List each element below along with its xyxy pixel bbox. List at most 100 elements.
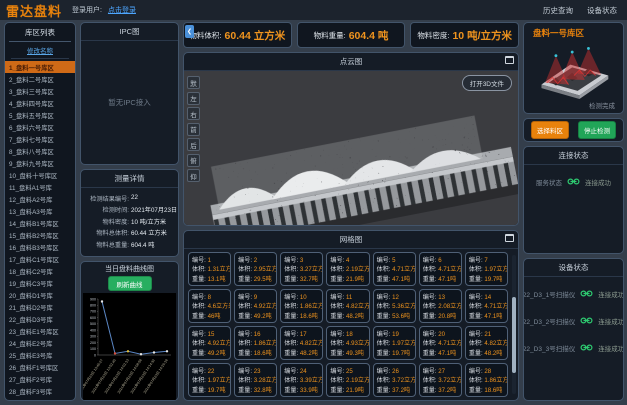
grid-cell[interactable]: 编号: 14体积: 4.71立方米重量: 47.1吨 <box>465 289 508 323</box>
grid-cell-value: 18.6吨 <box>300 313 318 320</box>
view-button-右[interactable]: 右 <box>187 107 200 120</box>
sidebar-item[interactable]: 1_盘料一号库区 <box>5 61 75 73</box>
login-link[interactable]: 点击登录 <box>108 5 136 15</box>
grid-cell[interactable]: 编号: 27体积: 3.72立方米重量: 37.2吨 <box>419 363 462 397</box>
grid-scrollbar-thumb[interactable] <box>512 297 516 373</box>
daily-curve-title: 当日盘料曲线图 <box>81 262 178 275</box>
select-area-button[interactable]: 选择料区 <box>531 121 569 139</box>
grid-cell[interactable]: 编号: 15体积: 4.92立方米重量: 49.2吨 <box>188 326 231 360</box>
sidebar-item[interactable]: 8_盘料八号库区 <box>5 145 75 157</box>
sidebar-item[interactable]: 26_盘料F1号库区 <box>5 361 75 373</box>
sidebar-item[interactable]: 21_盘料D2号库 <box>5 301 75 313</box>
sidebar-item[interactable]: 23_盘料E1号库区 <box>5 325 75 337</box>
grid-cell[interactable]: 编号: 12体积: 5.36立方米重量: 53.6吨 <box>373 289 416 323</box>
grid-cell-value: 48.2吨 <box>346 313 364 320</box>
grid-cell[interactable]: 编号: 21体积: 4.82立方米重量: 48.2吨 <box>465 326 508 360</box>
sidebar-item[interactable]: 29_盘料G1号库 <box>5 397 75 400</box>
grid-cell-label: 重量: <box>238 350 254 357</box>
sidebar-item[interactable]: 12_盘料A2号库 <box>5 193 75 205</box>
stop-detection-button[interactable]: 停止检测 <box>578 121 616 139</box>
sidebar-item[interactable]: 17_盘料C1号库区 <box>5 253 75 265</box>
grid-cell[interactable]: 编号: 18体积: 4.93立方米重量: 49.3吨 <box>326 326 369 360</box>
sidebar-item[interactable]: 2_盘料二号库区 <box>5 73 75 85</box>
sidebar-item[interactable]: 24_盘料E2号库 <box>5 337 75 349</box>
sidebar-item[interactable]: 6_盘料六号库区 <box>5 121 75 133</box>
sidebar-item[interactable]: 18_盘料C2号库 <box>5 265 75 277</box>
grid-cell[interactable]: 编号: 16体积: 1.86立方米重量: 18.6吨 <box>234 326 277 360</box>
sidebar-item[interactable]: 22_盘料D3号库 <box>5 313 75 325</box>
grid-cell-value: 26 <box>392 368 399 375</box>
connection-row: 服务状态连接成功 <box>528 173 619 191</box>
sidebar-item[interactable]: 13_盘料A3号库 <box>5 205 75 217</box>
grid-cell-label: 重量: <box>330 276 346 283</box>
measurement-panel-title: 测量详情 <box>81 170 178 188</box>
sidebar-item[interactable]: 16_盘料B3号库区 <box>5 241 75 253</box>
grid-cell-value: 4 <box>346 257 349 264</box>
view-button-默[interactable]: 默 <box>187 76 200 89</box>
grid-cell-value: 13 <box>438 294 445 301</box>
point-cloud-viewport[interactable]: 默左右前后俯仰 打开3D文件 <box>184 71 518 225</box>
grid-cell[interactable]: 编号: 24体积: 3.39立方米重量: 33.9吨 <box>280 363 323 397</box>
warehouse-3d-illustration <box>528 43 620 99</box>
grid-cell[interactable]: 编号: 7体积: 1.97立方米重量: 19.7吨 <box>465 252 508 286</box>
sidebar-item[interactable]: 5_盘料五号库区 <box>5 109 75 121</box>
maximize-icon[interactable] <box>505 234 514 242</box>
grid-cell-label: 重量: <box>238 276 254 283</box>
grid-cell[interactable]: 编号: 23体积: 3.28立方米重量: 32.8吨 <box>234 363 277 397</box>
grid-cell-label: 体积: <box>330 266 346 273</box>
sidebar-item[interactable]: 25_盘料E3号库 <box>5 349 75 361</box>
sidebar-item[interactable]: 11_盘料A1号库 <box>5 181 75 193</box>
refresh-curve-button[interactable]: 刷新曲线 <box>108 276 152 291</box>
sidebar-item[interactable]: 28_盘料F3号库 <box>5 385 75 397</box>
sidebar-item[interactable]: 7_盘料七号库区 <box>5 133 75 145</box>
grid-cell[interactable]: 编号: 11体积: 4.82立方米重量: 48.2吨 <box>326 289 369 323</box>
history-query-button[interactable]: 历史查询 <box>539 3 577 18</box>
grid-cell[interactable]: 编号: 20体积: 4.71立方米重量: 47.1吨 <box>419 326 462 360</box>
grid-cell[interactable]: 编号: 4体积: 2.19立方米重量: 21.9吨 <box>326 252 369 286</box>
grid-cell-value: 10 <box>300 294 307 301</box>
view-button-仰[interactable]: 仰 <box>187 169 200 182</box>
grid-cell-label: 体积: <box>377 340 393 347</box>
sidebar-item[interactable]: 14_盘料B1号库区 <box>5 217 75 229</box>
grid-cell[interactable]: 编号: 6体积: 4.71立方米重量: 47.1吨 <box>419 252 462 286</box>
grid-cell[interactable]: 编号: 1体积: 1.31立方米重量: 13.1吨 <box>188 252 231 286</box>
grid-cell[interactable]: 编号: 2体积: 2.95立方米重量: 29.5吨 <box>234 252 277 286</box>
sidebar-item[interactable]: 9_盘料九号库区 <box>5 157 75 169</box>
grid-cell[interactable]: 编号: 17体积: 4.82立方米重量: 48.2吨 <box>280 326 323 360</box>
grid-cell[interactable]: 编号: 25体积: 2.19立方米重量: 21.9吨 <box>326 363 369 397</box>
device-status-button[interactable]: 设备状态 <box>583 3 621 18</box>
grid-cell-line: 重量: 33.9吨 <box>284 385 319 394</box>
grid-cell-value: 4.71立方米 <box>438 340 462 347</box>
grid-cell-line: 编号: 13 <box>423 292 458 301</box>
sidebar-item[interactable]: 27_盘料F2号库 <box>5 373 75 385</box>
view-button-左[interactable]: 左 <box>187 92 200 105</box>
sidebar-item[interactable]: 20_盘料D1号库 <box>5 289 75 301</box>
grid-cell[interactable]: 编号: 9体积: 4.92立方米重量: 49.2吨 <box>234 289 277 323</box>
view-button-俯[interactable]: 俯 <box>187 154 200 167</box>
sidebar-item[interactable]: 4_盘料四号库区 <box>5 97 75 109</box>
sidebar-item[interactable]: 3_盘料三号库区 <box>5 85 75 97</box>
grid-cell-line: 体积: 2.19立方米 <box>330 264 365 273</box>
grid-cell[interactable]: 编号: 22体积: 1.97立方米重量: 19.7吨 <box>188 363 231 397</box>
collapse-left-icon[interactable]: ❮ <box>185 25 194 38</box>
sidebar-item[interactable]: 10_盘料十号库区 <box>5 169 75 181</box>
grid-cell[interactable]: 编号: 10体积: 1.86立方米重量: 18.6吨 <box>280 289 323 323</box>
view-button-前[interactable]: 前 <box>187 123 200 136</box>
grid-cell[interactable]: 编号: 19体积: 1.97立方米重量: 19.7吨 <box>373 326 416 360</box>
grid-cell[interactable]: 编号: 13体积: 2.08立方米重量: 20.8吨 <box>419 289 462 323</box>
grid-cell[interactable]: 编号: 3体积: 3.27立方米重量: 32.7吨 <box>280 252 323 286</box>
grid-cell-line: 编号: 20 <box>423 329 458 338</box>
stat-label: 物料密度: <box>417 30 449 41</box>
sidebar-item[interactable]: 15_盘料B2号库区 <box>5 229 75 241</box>
sidebar-item[interactable]: 19_盘料C3号库 <box>5 277 75 289</box>
maximize-icon[interactable] <box>505 56 514 64</box>
grid-cell-label: 编号: <box>238 257 254 264</box>
grid-cell[interactable]: 编号: 5体积: 4.71立方米重量: 47.1吨 <box>373 252 416 286</box>
grid-cell[interactable]: 编号: 28体积: 1.86立方米重量: 18.6吨 <box>465 363 508 397</box>
grid-cell[interactable]: 编号: 26体积: 3.72立方米重量: 37.2吨 <box>373 363 416 397</box>
open-3d-file-button[interactable]: 打开3D文件 <box>462 75 512 91</box>
view-button-后[interactable]: 后 <box>187 138 200 151</box>
grid-cell-line: 编号: 25 <box>330 366 365 375</box>
grid-cell[interactable]: 编号: 8体积: 4.6立方米重量: 46吨 <box>188 289 231 323</box>
rename-link[interactable]: 修改名称 <box>11 42 69 59</box>
